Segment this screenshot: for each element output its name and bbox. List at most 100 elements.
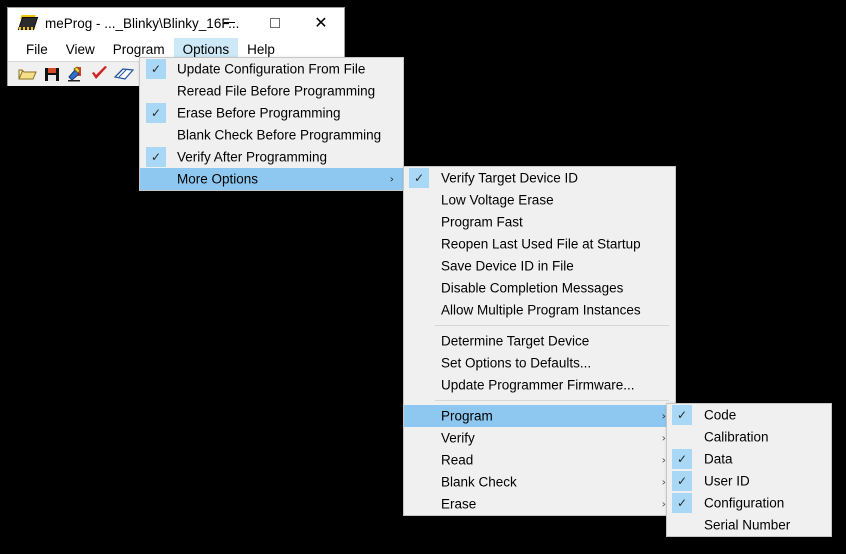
menu-item-label: Allow Multiple Program Instances bbox=[441, 302, 641, 318]
menu-item-verify[interactable]: Verify › bbox=[404, 427, 675, 449]
menu-item-label: Update Programmer Firmware... bbox=[441, 377, 635, 393]
maximize-icon bbox=[270, 17, 280, 28]
menu-item-blank-check[interactable]: Blank Check › bbox=[404, 471, 675, 493]
menubar-item-view[interactable]: View bbox=[57, 38, 104, 61]
checkmark-icon: ✓ bbox=[672, 449, 692, 469]
menu-item-low-voltage-erase[interactable]: Low Voltage Erase bbox=[404, 189, 675, 211]
menubar-item-view-label: View bbox=[65, 42, 95, 57]
menu-item-user-id[interactable]: ✓ User ID bbox=[667, 470, 831, 492]
checkmark-slot bbox=[409, 300, 429, 320]
checkmark-icon: ✓ bbox=[409, 168, 429, 188]
menu-item-update-configuration-from-file[interactable]: ✓ Update Configuration From File bbox=[140, 58, 403, 80]
chevron-right-icon: › bbox=[389, 172, 394, 186]
menu-item-data[interactable]: ✓ Data bbox=[667, 448, 831, 470]
menu-item-determine-target-device[interactable]: Determine Target Device bbox=[404, 330, 675, 352]
menu-item-label: Reread File Before Programming bbox=[177, 83, 376, 99]
program-submenu: ✓ Code Calibration ✓ Data ✓ User ID ✓ Co… bbox=[666, 403, 832, 537]
menu-item-disable-completion-messages[interactable]: Disable Completion Messages bbox=[404, 277, 675, 299]
chip-icon bbox=[17, 15, 39, 31]
menu-item-label: Set Options to Defaults... bbox=[441, 355, 592, 371]
checkmark-slot bbox=[409, 406, 429, 426]
menubar-item-program-label: Program bbox=[112, 42, 165, 57]
menu-item-label: Program Fast bbox=[441, 214, 523, 230]
menu-item-label: Determine Target Device bbox=[441, 333, 590, 349]
menu-item-label: Program bbox=[441, 408, 493, 424]
checkmark-slot bbox=[409, 375, 429, 395]
menu-item-label: Low Voltage Erase bbox=[441, 192, 554, 208]
menu-item-set-options-to-defaults[interactable]: Set Options to Defaults... bbox=[404, 352, 675, 374]
checkmark-slot bbox=[409, 190, 429, 210]
menubar-item-file[interactable]: File bbox=[17, 38, 57, 61]
write-device-icon[interactable] bbox=[66, 65, 86, 83]
verify-check-icon[interactable] bbox=[90, 65, 110, 83]
menu-item-label: Configuration bbox=[704, 495, 785, 511]
menu-item-label: Code bbox=[704, 407, 737, 423]
menu-item-configuration[interactable]: ✓ Configuration bbox=[667, 492, 831, 514]
menubar-item-file-label: File bbox=[26, 42, 48, 57]
checkmark-icon: ✓ bbox=[146, 147, 166, 167]
menu-item-label: Erase Before Programming bbox=[177, 105, 341, 121]
menu-item-read[interactable]: Read › bbox=[404, 449, 675, 471]
menu-item-label: Update Configuration From File bbox=[177, 61, 366, 77]
menu-item-label: More Options bbox=[177, 171, 259, 187]
menubar-item-options-label: Options bbox=[182, 42, 230, 57]
menu-item-program-fast[interactable]: Program Fast bbox=[404, 211, 675, 233]
checkmark-icon: ✓ bbox=[146, 103, 166, 123]
menu-item-more-options[interactable]: More Options › bbox=[140, 168, 403, 190]
menu-item-reopen-last-used-file-at-startup[interactable]: Reopen Last Used File at Startup bbox=[404, 233, 675, 255]
title-bar[interactable]: meProg - ..._Blinky\Blinky_16F... ✕ bbox=[8, 8, 344, 38]
menu-item-label: Read bbox=[441, 452, 474, 468]
checkmark-slot bbox=[146, 81, 166, 101]
options-dropdown-menu: ✓ Update Configuration From File Reread … bbox=[139, 57, 404, 191]
minimize-icon bbox=[223, 22, 235, 23]
menu-item-erase-before-programming[interactable]: ✓ Erase Before Programming bbox=[140, 102, 403, 124]
menu-item-serial-number[interactable]: Serial Number bbox=[667, 514, 831, 536]
checkmark-slot bbox=[409, 450, 429, 470]
menu-item-label: Erase bbox=[441, 496, 477, 512]
close-button[interactable]: ✕ bbox=[298, 8, 344, 37]
read-device-icon[interactable] bbox=[113, 65, 135, 83]
close-icon: ✕ bbox=[314, 12, 328, 32]
menu-separator bbox=[435, 400, 669, 401]
checkmark-slot bbox=[409, 278, 429, 298]
menu-item-verify-after-programming[interactable]: ✓ Verify After Programming bbox=[140, 146, 403, 168]
open-file-icon[interactable] bbox=[18, 65, 38, 83]
menu-item-label: Save Device ID in File bbox=[441, 258, 574, 274]
checkmark-icon: ✓ bbox=[146, 59, 166, 79]
menu-item-label: Verify Target Device ID bbox=[441, 170, 579, 186]
menu-item-label: Data bbox=[704, 451, 733, 467]
menu-item-program[interactable]: Program › bbox=[404, 405, 675, 427]
menu-item-blank-check-before-programming[interactable]: Blank Check Before Programming bbox=[140, 124, 403, 146]
checkmark-slot bbox=[409, 212, 429, 232]
checkmark-slot bbox=[672, 515, 692, 535]
menu-item-label: Blank Check Before Programming bbox=[177, 127, 382, 143]
checkmark-slot bbox=[409, 234, 429, 254]
maximize-button[interactable] bbox=[252, 8, 298, 37]
checkmark-slot bbox=[409, 472, 429, 492]
menu-item-update-programmer-firmware[interactable]: Update Programmer Firmware... bbox=[404, 374, 675, 396]
checkmark-icon: ✓ bbox=[672, 493, 692, 513]
menu-item-save-device-id-in-file[interactable]: Save Device ID in File bbox=[404, 255, 675, 277]
minimize-button[interactable] bbox=[206, 8, 252, 37]
checkmark-icon: ✓ bbox=[672, 405, 692, 425]
menu-item-label: Calibration bbox=[704, 429, 769, 445]
menu-item-code[interactable]: ✓ Code bbox=[667, 404, 831, 426]
menubar-item-help-label: Help bbox=[247, 42, 275, 57]
menu-item-allow-multiple-program-instances[interactable]: Allow Multiple Program Instances bbox=[404, 299, 675, 321]
checkmark-slot bbox=[409, 428, 429, 448]
menu-item-erase[interactable]: Erase › bbox=[404, 493, 675, 515]
checkmark-slot bbox=[409, 353, 429, 373]
menu-item-reread-file-before-programming[interactable]: Reread File Before Programming bbox=[140, 80, 403, 102]
checkmark-slot bbox=[146, 125, 166, 145]
menu-item-label: Blank Check bbox=[441, 474, 517, 490]
menu-item-label: Disable Completion Messages bbox=[441, 280, 624, 296]
checkmark-slot bbox=[409, 494, 429, 514]
checkmark-slot bbox=[409, 256, 429, 276]
save-file-icon[interactable] bbox=[42, 65, 62, 83]
checkmark-slot bbox=[146, 169, 166, 189]
menu-item-verify-target-device-id[interactable]: ✓ Verify Target Device ID bbox=[404, 167, 675, 189]
menu-item-calibration[interactable]: Calibration bbox=[667, 426, 831, 448]
menu-item-label: Verify bbox=[441, 430, 475, 446]
menu-item-label: Verify After Programming bbox=[177, 149, 328, 165]
menu-item-label: Serial Number bbox=[704, 517, 791, 533]
